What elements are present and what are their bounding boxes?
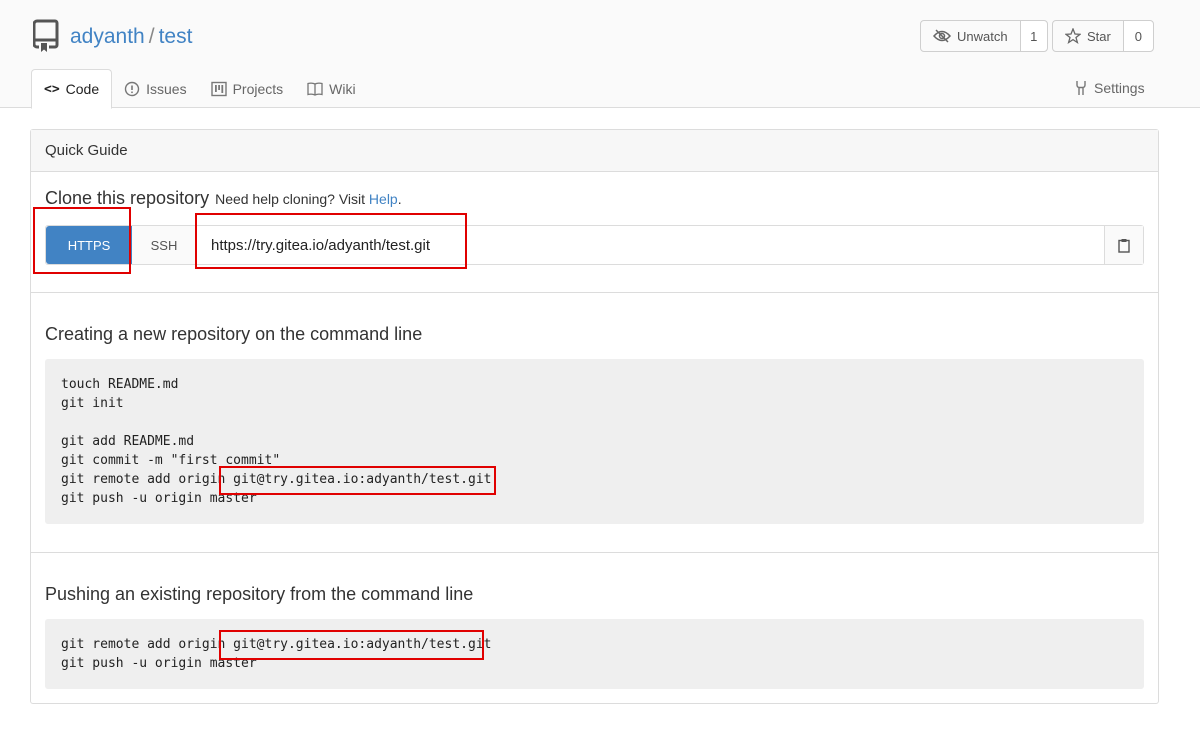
unwatch-label: Unwatch (957, 28, 1008, 44)
existing-repo-title: Pushing an existing repository from the … (45, 584, 474, 604)
repo-name-link[interactable]: test (159, 25, 193, 48)
eye-slash-icon (933, 29, 951, 43)
existing-repo-code: git remote add origin git@try.gitea.io:a… (45, 619, 1144, 689)
clone-help-period: . (397, 191, 402, 207)
repo-icon (33, 19, 59, 52)
quick-guide-header: Quick Guide (31, 130, 1158, 172)
tab-settings[interactable]: Settings (1074, 80, 1145, 96)
clone-help-link[interactable]: Help (369, 191, 398, 207)
settings-tool-icon (1076, 81, 1086, 95)
tab-settings-label: Settings (1094, 80, 1145, 96)
ssh-button[interactable]: SSH (132, 226, 197, 264)
clone-url-bar: HTTPS SSH (45, 225, 1144, 265)
section-divider (31, 292, 1158, 293)
new-repo-title: Creating a new repository on the command… (45, 324, 423, 344)
watch-count[interactable]: 1 (1020, 21, 1047, 51)
clone-url-input[interactable] (197, 226, 1104, 264)
star-button[interactable]: Star (1053, 21, 1124, 51)
copy-url-button[interactable] (1104, 226, 1143, 264)
issue-icon (124, 81, 140, 96)
tab-wiki[interactable]: Wiki (295, 69, 367, 108)
section-divider (31, 552, 1158, 553)
https-button[interactable]: HTTPS (46, 226, 132, 264)
star-icon (1065, 28, 1081, 44)
star-button-group: Star 0 (1052, 20, 1154, 52)
clipboard-icon (1118, 238, 1130, 253)
clone-help: Need help cloning? Visit Help. (215, 191, 402, 207)
repo-owner-link[interactable]: adyanth (70, 25, 145, 48)
star-label: Star (1087, 28, 1111, 44)
tab-projects[interactable]: Projects (199, 69, 296, 108)
clone-help-text: Need help cloning? Visit (215, 191, 366, 207)
tab-code-label: Code (65, 81, 100, 97)
existing-repo-code-text: git remote add origin git@try.gitea.io:a… (61, 637, 492, 671)
tab-projects-label: Projects (232, 80, 284, 97)
unwatch-button[interactable]: Unwatch (921, 21, 1021, 51)
new-repo-code-text: touch README.md git init git add README.… (61, 377, 492, 506)
project-board-icon (210, 81, 227, 96)
tab-wiki-label: Wiki (329, 80, 356, 97)
watch-button-group: Unwatch 1 (920, 20, 1048, 52)
repo-tabs: <> Code Issues Projects Wiki (31, 69, 368, 109)
tab-issues[interactable]: Issues (112, 69, 198, 108)
quick-guide-panel: Quick Guide Clone this repository Need h… (30, 129, 1159, 704)
tab-issues-label: Issues (146, 80, 187, 97)
tab-code[interactable]: <> Code (31, 69, 113, 109)
code-icon: <> (44, 81, 60, 97)
repo-header: adyanth/test Unwatch 1 Star 0 <> Code (0, 0, 1200, 109)
repo-title: adyanth / test (70, 23, 192, 51)
star-count[interactable]: 0 (1123, 21, 1153, 51)
new-repo-code: touch README.md git init git add README.… (45, 359, 1144, 524)
book-icon (307, 81, 323, 96)
repo-separator: / (148, 25, 155, 48)
clone-heading: Clone this repository Need help cloning?… (45, 188, 402, 209)
clone-title: Clone this repository (45, 188, 210, 208)
